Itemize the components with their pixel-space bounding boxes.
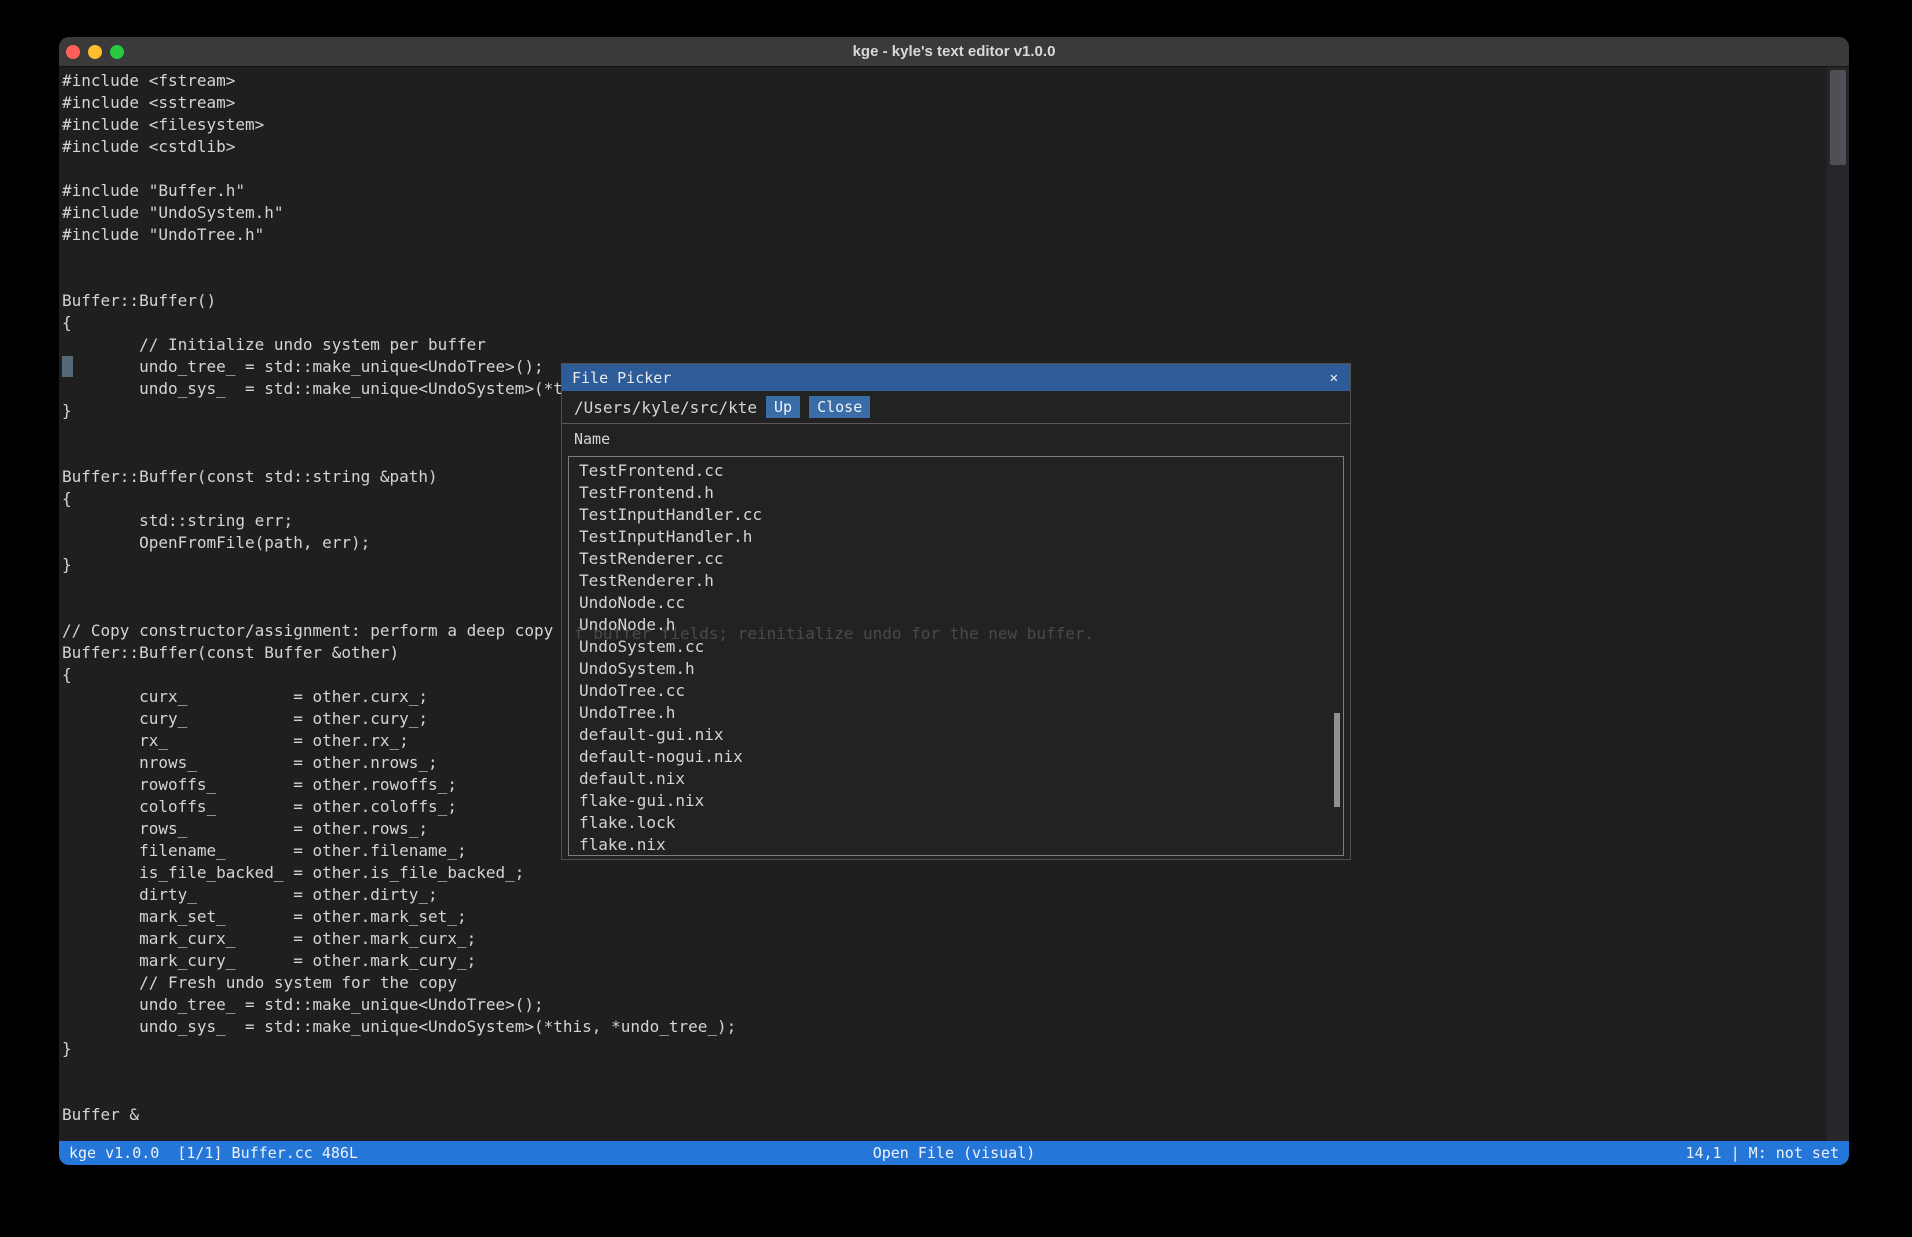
path-row: /Users/kyle/src/kte Up Close	[562, 391, 1350, 424]
code-line[interactable]: #include <cstdlib>	[62, 136, 1825, 158]
code-line[interactable]: dirty_ = other.dirty_;	[62, 884, 1825, 906]
file-item[interactable]: UndoTree.cc	[569, 680, 1343, 702]
code-line[interactable]: }	[62, 1038, 1825, 1060]
minimize-window-button[interactable]	[88, 45, 102, 59]
code-line[interactable]: #include <sstream>	[62, 92, 1825, 114]
code-line[interactable]: #include <filesystem>	[62, 114, 1825, 136]
code-line[interactable]	[62, 1060, 1825, 1082]
status-bar: kge v1.0.0 [1/1] Buffer.cc 486L Open Fil…	[59, 1141, 1849, 1165]
file-item[interactable]: TestRenderer.cc	[569, 548, 1343, 570]
file-item[interactable]: UndoTree.h	[569, 702, 1343, 724]
file-item[interactable]: UndoSystem.h	[569, 658, 1343, 680]
file-item[interactable]: UndoSystem.cc	[569, 636, 1343, 658]
code-line[interactable]: #include "UndoTree.h"	[62, 224, 1825, 246]
file-picker-title: File Picker	[572, 369, 671, 387]
file-item[interactable]: flake-gui.nix	[569, 790, 1343, 812]
code-line[interactable]: #include <fstream>	[62, 70, 1825, 92]
window-title: kge - kyle's text editor v1.0.0	[59, 43, 1849, 60]
file-item[interactable]: TestFrontend.h	[569, 482, 1343, 504]
file-items: TestFrontend.cc TestFrontend.h TestInput…	[569, 457, 1343, 856]
file-list[interactable]: TestFrontend.cc TestFrontend.h TestInput…	[568, 456, 1344, 856]
text-cursor	[62, 356, 73, 377]
file-item[interactable]: TestInputHandler.cc	[569, 504, 1343, 526]
code-line[interactable]: mark_set_ = other.mark_set_;	[62, 906, 1825, 928]
file-item[interactable]: flake.lock	[569, 812, 1343, 834]
file-item[interactable]: TestRenderer.h	[569, 570, 1343, 592]
file-item[interactable]: UndoNode.cc	[569, 592, 1343, 614]
code-line[interactable]: undo_tree_ = std::make_unique<UndoTree>(…	[62, 994, 1825, 1016]
editor-scrollbar-thumb[interactable]	[1830, 70, 1846, 165]
code-line[interactable]: Buffer &	[62, 1104, 1825, 1126]
code-line[interactable]	[62, 268, 1825, 290]
code-line[interactable]: mark_cury_ = other.mark_cury_;	[62, 950, 1825, 972]
code-line[interactable]: // Initialize undo system per buffer	[62, 334, 1825, 356]
file-item[interactable]: UndoNode.h	[569, 614, 1343, 636]
status-mode: Open File (visual)	[59, 1144, 1849, 1162]
up-button[interactable]: Up	[766, 396, 800, 418]
file-item[interactable]: flake.nix	[569, 834, 1343, 856]
current-path: /Users/kyle/src/kte	[574, 398, 757, 417]
file-item[interactable]: default-gui.nix	[569, 724, 1343, 746]
file-item[interactable]: TestFrontend.cc	[569, 460, 1343, 482]
file-picker-dialog: File Picker ✕ /Users/kyle/src/kte Up Clo…	[561, 363, 1351, 860]
code-line[interactable]: is_file_backed_ = other.is_file_backed_;	[62, 862, 1825, 884]
column-header-name: Name	[562, 424, 1350, 455]
code-line[interactable]: {	[62, 312, 1825, 334]
code-line[interactable]: #include "UndoSystem.h"	[62, 202, 1825, 224]
editor-scrollbar[interactable]	[1827, 67, 1849, 1141]
code-line[interactable]	[62, 246, 1825, 268]
traffic-lights	[59, 45, 124, 59]
code-line[interactable]: mark_curx_ = other.mark_curx_;	[62, 928, 1825, 950]
close-icon[interactable]: ✕	[1328, 370, 1340, 386]
code-line[interactable]: undo_sys_ = std::make_unique<UndoSystem>…	[62, 1016, 1825, 1038]
code-line[interactable]: // Fresh undo system for the copy	[62, 972, 1825, 994]
file-item[interactable]: default-nogui.nix	[569, 746, 1343, 768]
titlebar[interactable]: kge - kyle's text editor v1.0.0	[59, 37, 1849, 67]
close-button[interactable]: Close	[809, 396, 870, 418]
close-window-button[interactable]	[66, 45, 80, 59]
code-line[interactable]: Buffer::Buffer()	[62, 290, 1825, 312]
code-line[interactable]: #include "Buffer.h"	[62, 180, 1825, 202]
file-picker-titlebar[interactable]: File Picker ✕	[562, 364, 1350, 391]
code-line[interactable]	[62, 158, 1825, 180]
zoom-window-button[interactable]	[110, 45, 124, 59]
file-list-scrollbar-thumb[interactable]	[1334, 713, 1340, 807]
code-line[interactable]	[62, 1082, 1825, 1104]
file-item[interactable]: default.nix	[569, 768, 1343, 790]
file-item[interactable]: TestInputHandler.h	[569, 526, 1343, 548]
editor-window: kge - kyle's text editor v1.0.0 #include…	[59, 37, 1849, 1165]
